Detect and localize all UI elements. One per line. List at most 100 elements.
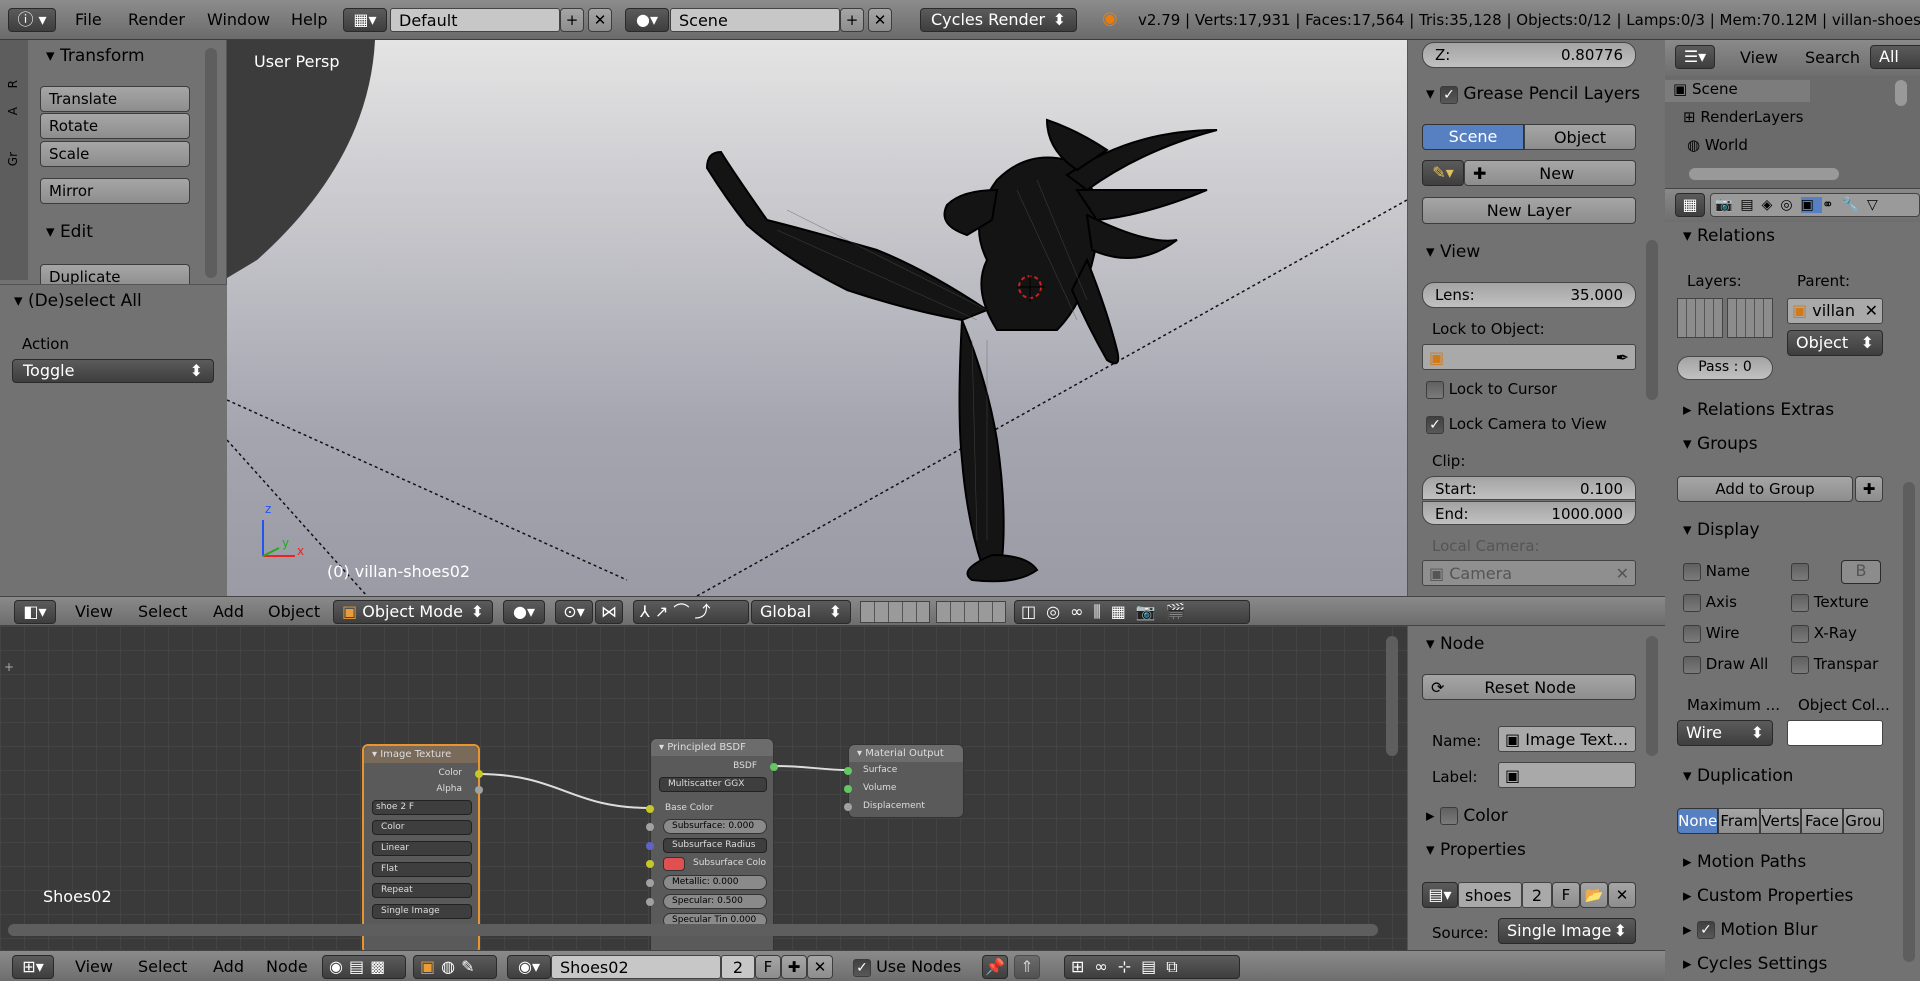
outliner-menu-search[interactable]: Search: [1805, 48, 1860, 67]
screen-layout-field[interactable]: Default: [390, 8, 560, 32]
open-image-button[interactable]: 📂: [1580, 882, 1608, 908]
shader-type-buttons[interactable]: ▣◍✎: [413, 955, 497, 979]
material-fake-user-button[interactable]: F: [755, 955, 781, 979]
unlink-image-button[interactable]: ✕: [1608, 882, 1636, 908]
lens-field[interactable]: Lens: 35.000: [1422, 282, 1636, 308]
relations-header[interactable]: ▾ Relations: [1683, 226, 1775, 246]
color-space-dropdown[interactable]: Color: [372, 820, 472, 835]
outliner-row-world[interactable]: ◍ World: [1665, 136, 1748, 154]
subsurface-color-swatch[interactable]: [663, 857, 685, 871]
display-transparent-row[interactable]: Transpar: [1791, 655, 1878, 674]
z-location-field[interactable]: Z: 0.80776: [1422, 42, 1636, 68]
material-name-field[interactable]: Shoes02: [551, 955, 721, 979]
editor-type-info-button[interactable]: ⓘ ▾: [8, 8, 56, 32]
menu-window[interactable]: Window: [207, 10, 270, 29]
principled-bsdf-node[interactable]: ▾ Principled BSDF BSDF Multiscatter GGX …: [646, 738, 778, 950]
clear-parent-icon[interactable]: ✕: [1865, 301, 1878, 321]
screen-layout-icon[interactable]: ▦▾: [343, 8, 387, 32]
bounds-type-dropdown[interactable]: B: [1841, 560, 1881, 584]
node-label-field[interactable]: ▣: [1498, 762, 1636, 788]
lock-cursor-checkbox[interactable]: [1426, 380, 1444, 399]
display-name-checkbox[interactable]: [1683, 562, 1701, 581]
node-menu-node[interactable]: Node: [266, 957, 308, 976]
menu-render[interactable]: Render: [128, 10, 185, 29]
viewport-extra-tools[interactable]: ◫◎∞⫼▦📷🎬: [1014, 600, 1250, 624]
node-snap-tools[interactable]: ⊞∞⊹▤⧉: [1064, 955, 1240, 979]
material-browse-button[interactable]: ◉▾: [507, 955, 551, 979]
alpha-output-socket[interactable]: [475, 786, 483, 794]
display-name-row[interactable]: Name: [1683, 562, 1750, 581]
distribution-dropdown[interactable]: Multiscatter GGX: [659, 777, 767, 792]
edit-header[interactable]: ▾ Edit: [46, 222, 93, 242]
motion-paths-header[interactable]: ▸ Motion Paths: [1683, 852, 1806, 872]
display-header[interactable]: ▾ Display: [1683, 520, 1760, 540]
menu-file[interactable]: File: [75, 10, 102, 29]
vp-menu-select[interactable]: Select: [138, 602, 187, 621]
image-fake-user-button[interactable]: F: [1552, 882, 1580, 908]
node-tree-type-buttons[interactable]: ◉▤▩: [322, 955, 406, 979]
parent-type-dropdown[interactable]: Object ⬍: [1787, 330, 1883, 356]
specular-socket[interactable]: [646, 898, 654, 906]
display-wire-row[interactable]: Wire: [1683, 624, 1740, 643]
pivot-dropdown[interactable]: ⊙▾: [555, 600, 593, 624]
outliner-row-renderlayers[interactable]: ⊞ RenderLayers: [1665, 108, 1803, 126]
properties-context-icons[interactable]: 📷▤◈◎▣⚭🔧▽: [1710, 193, 1920, 217]
shading-dropdown[interactable]: ●▾: [503, 600, 545, 624]
editor-type-3d-button[interactable]: ◧▾: [14, 600, 56, 624]
parent-field[interactable]: ▣ villan ✕: [1787, 298, 1883, 324]
rotate-button[interactable]: Rotate: [40, 113, 190, 139]
3d-viewport[interactable]: User Persp z y x (0) villan-shoes02: [227, 40, 1407, 596]
object-color-swatch[interactable]: [1787, 720, 1883, 746]
mode-dropdown[interactable]: ▣ Object Mode ⬍: [333, 600, 493, 624]
use-nodes-checkbox[interactable]: ✓: [853, 958, 871, 977]
gp-pencil-icon[interactable]: ✎▾: [1422, 160, 1464, 186]
surface-input-socket[interactable]: [844, 767, 852, 775]
motion-blur-checkbox[interactable]: ✓: [1696, 921, 1715, 939]
properties-editor-type[interactable]: ▦: [1675, 193, 1705, 217]
outliner-menu-view[interactable]: View: [1740, 48, 1778, 67]
duplication-frames-tab[interactable]: Fram: [1718, 808, 1760, 834]
scene-icon[interactable]: ●▾: [625, 8, 669, 32]
node-name-field[interactable]: ▣ Image Text...: [1498, 726, 1636, 752]
manipulator-toggle[interactable]: ⋈: [595, 600, 623, 624]
node-editor[interactable]: + Shoes02 ▾ Image Texture Color Alpha sh…: [0, 626, 1407, 950]
duplication-header[interactable]: ▾ Duplication: [1683, 766, 1793, 786]
image-texture-node[interactable]: ▾ Image Texture Color Alpha shoe 2 F Col…: [362, 744, 483, 950]
editor-type-node-button[interactable]: ⊞▾: [12, 955, 54, 979]
scale-button[interactable]: Scale: [40, 141, 190, 167]
display-xray-row[interactable]: X-Ray: [1791, 624, 1857, 643]
lock-camera-checkbox[interactable]: ✓: [1426, 415, 1444, 434]
add-layout-button[interactable]: +: [560, 8, 584, 32]
vp-menu-add[interactable]: Add: [213, 602, 244, 621]
display-texture-row[interactable]: Texture: [1791, 593, 1869, 612]
display-axis-row[interactable]: Axis: [1683, 593, 1737, 612]
outliner-editor-type[interactable]: ☰▾: [1675, 45, 1715, 69]
color-output-socket[interactable]: [475, 770, 483, 778]
node-panel-header[interactable]: ▾ Node: [1426, 634, 1484, 654]
orientation-dropdown[interactable]: Global ⬍: [751, 600, 851, 624]
outliner-display-dropdown[interactable]: All Sc: [1870, 45, 1920, 69]
duplication-faces-tab[interactable]: Face: [1801, 808, 1843, 834]
display-bounds-checkbox[interactable]: [1791, 562, 1809, 581]
gp-scene-tab[interactable]: Scene: [1422, 124, 1524, 150]
unlink-material-button[interactable]: ✕: [807, 955, 833, 979]
material-output-node[interactable]: ▾ Material Output Surface Volume Displac…: [844, 744, 964, 818]
display-xray-checkbox[interactable]: [1791, 624, 1809, 643]
new-material-button[interactable]: ✚: [781, 955, 807, 979]
display-transparent-checkbox[interactable]: [1791, 655, 1809, 674]
tab-r[interactable]: R: [6, 80, 20, 88]
transform-manipulators[interactable]: ⅄ ↗ ⌒ ⤴: [633, 600, 749, 624]
vp-menu-view[interactable]: View: [75, 602, 113, 621]
scene-field[interactable]: Scene: [670, 8, 840, 32]
maximum-draw-dropdown[interactable]: Wire ⬍: [1677, 720, 1773, 746]
node-properties-header[interactable]: ▾ Properties: [1426, 840, 1526, 860]
reset-node-button[interactable]: ⟳ Reset Node: [1422, 674, 1636, 700]
local-camera-field[interactable]: ▣ Camera ✕: [1422, 560, 1636, 586]
menu-help[interactable]: Help: [291, 10, 327, 29]
tab-a[interactable]: A: [6, 107, 20, 115]
interpolation-dropdown[interactable]: Linear: [372, 841, 472, 856]
subsurface-field[interactable]: Subsurface: 0.000: [663, 819, 767, 834]
grease-pencil-checkbox[interactable]: ✓: [1439, 86, 1458, 104]
add-to-group-button[interactable]: Add to Group: [1677, 476, 1853, 502]
display-texture-checkbox[interactable]: [1791, 593, 1809, 612]
